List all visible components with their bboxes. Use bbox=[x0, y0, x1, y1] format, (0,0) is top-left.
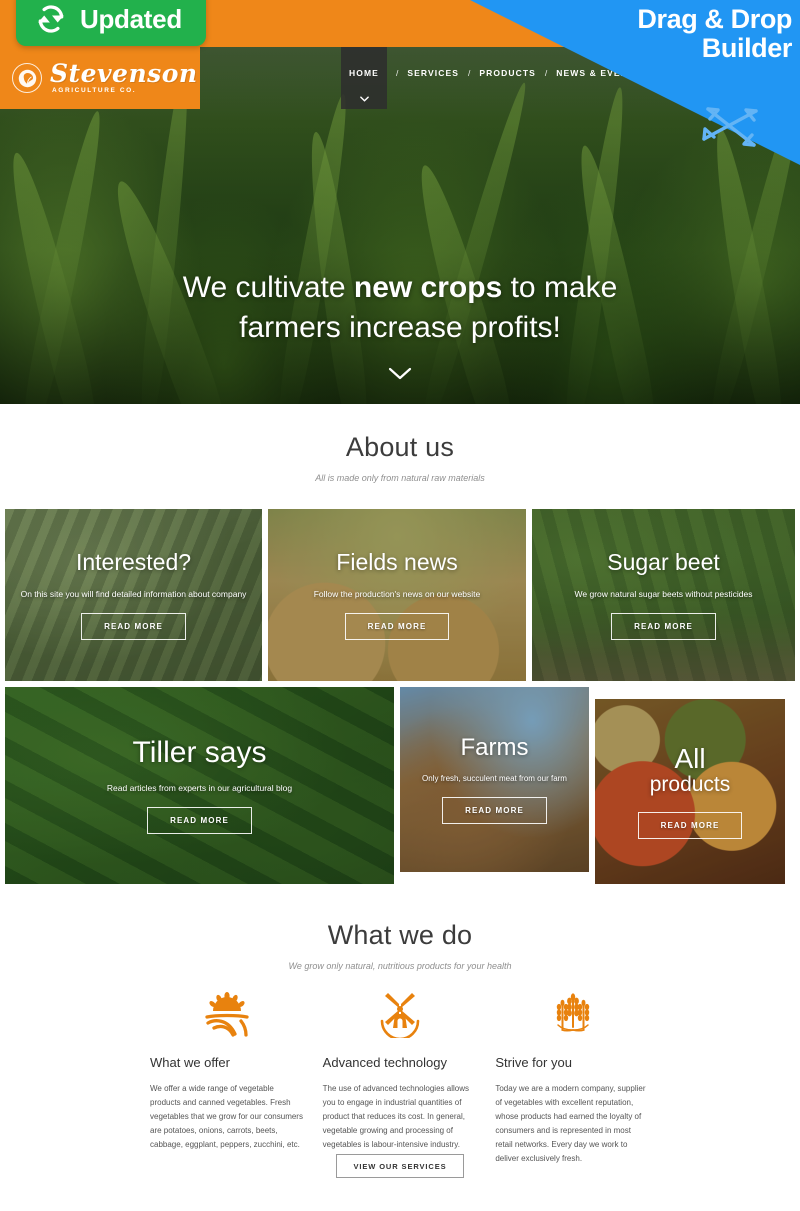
logo-tagline: AGRICULTURE CO. bbox=[52, 87, 137, 95]
four-way-arrows-icon bbox=[702, 107, 758, 147]
card-description: Only fresh, succulent meat from our farm bbox=[422, 774, 567, 784]
hero-heading-part2: to make bbox=[502, 271, 618, 304]
banner-line1: Drag & Drop bbox=[637, 4, 792, 34]
hero-heading-line2: farmers increase profits! bbox=[239, 310, 561, 344]
sun-over-field-icon bbox=[150, 985, 305, 1043]
card-content: Fields news Follow the production's news… bbox=[268, 549, 526, 640]
card-description: We grow natural sugar beets without pest… bbox=[574, 588, 753, 599]
card-title: Farms bbox=[460, 733, 529, 761]
feature-text: The use of advanced technologies allows … bbox=[322, 1084, 469, 1149]
card-read-more-button[interactable]: READ MORE bbox=[611, 612, 716, 640]
banner-text: Drag & Drop Builder bbox=[492, 5, 792, 62]
card-tiller-says[interactable]: Tiller says Read articles from experts i… bbox=[5, 687, 394, 884]
what-we-do-header: What we do We grow only natural, nutriti… bbox=[0, 920, 800, 971]
feature-advanced-technology: Advanced technology The use of advanced … bbox=[323, 985, 478, 1166]
card-read-more-button[interactable]: READ MORE bbox=[637, 811, 743, 839]
logo-text: Stevenson AGRICULTURE CO. bbox=[50, 61, 198, 95]
windmill-icon bbox=[323, 985, 478, 1043]
nav-item-home-label: HOME bbox=[349, 68, 379, 78]
feature-what-we-offer: What we offer We offer a wide range of v… bbox=[150, 985, 305, 1166]
wheat-stalks-icon bbox=[495, 985, 650, 1043]
chevron-down-icon bbox=[388, 368, 412, 380]
card-description: Follow the production's news on our webs… bbox=[313, 588, 481, 599]
updated-badge-label: Updated bbox=[80, 3, 182, 34]
feature-text: Today we are a modern company, supplier … bbox=[495, 1084, 646, 1163]
feature-columns: What we offer We offer a wide range of v… bbox=[150, 985, 650, 1166]
logo-block[interactable]: Stevenson AGRICULTURE CO. bbox=[0, 47, 200, 109]
hero-heading-line1: We cultivate new crops to make bbox=[0, 268, 800, 308]
card-content: Tiller says Read articles from experts i… bbox=[5, 737, 394, 834]
what-we-do-subtitle: We grow only natural, nutritious product… bbox=[288, 961, 512, 971]
card-read-more-button[interactable]: READ MORE bbox=[442, 797, 547, 825]
card-row-2: Tiller says Read articles from experts i… bbox=[5, 687, 795, 884]
drag-drop-builder-banner: Drag & Drop Builder bbox=[470, 0, 800, 165]
hero-heading-emphasis: new crops bbox=[353, 271, 503, 304]
card-content: Farms Only fresh, succulent meat from ou… bbox=[400, 733, 589, 825]
card-interested[interactable]: Interested? On this site you will find d… bbox=[5, 509, 262, 681]
card-read-more-button[interactable]: READ MORE bbox=[81, 612, 186, 640]
card-title: Tiller says bbox=[132, 736, 267, 770]
hero-heading-part1: We cultivate bbox=[182, 271, 354, 304]
card-title: Fields news bbox=[336, 549, 458, 576]
leaf-circle-icon bbox=[12, 63, 42, 93]
nav-item-home[interactable]: HOME bbox=[341, 47, 387, 109]
feature-title: Strive for you bbox=[495, 1055, 572, 1070]
card-title: Sugar beet bbox=[607, 549, 720, 576]
view-our-services-button[interactable]: VIEW OUR SERVICES bbox=[336, 1154, 464, 1178]
card-content: All products READ MORE bbox=[595, 743, 785, 839]
chevron-down-icon bbox=[359, 89, 369, 107]
hero-caption: We cultivate new crops to make farmers i… bbox=[0, 268, 800, 385]
nav-separator: / bbox=[396, 68, 399, 78]
card-all-products[interactable]: All products READ MORE bbox=[595, 699, 785, 884]
card-row-1: Interested? On this site you will find d… bbox=[5, 509, 795, 681]
feature-title: Advanced technology bbox=[322, 1055, 447, 1070]
card-farms[interactable]: Farms Only fresh, succulent meat from ou… bbox=[400, 687, 589, 872]
updated-badge: Updated bbox=[16, 0, 206, 46]
logo-name: Stevenson bbox=[50, 59, 198, 89]
about-subtitle: All is made only from natural raw materi… bbox=[315, 473, 485, 483]
card-description: On this site you will find detailed info… bbox=[20, 588, 247, 599]
card-title: Interested? bbox=[75, 549, 192, 576]
card-content: Interested? On this site you will find d… bbox=[5, 549, 262, 640]
about-card-grid: Interested? On this site you will find d… bbox=[5, 509, 795, 884]
refresh-icon bbox=[38, 5, 64, 33]
card-fields-news[interactable]: Fields news Follow the production's news… bbox=[268, 509, 526, 681]
card-description: Read articles from experts in our agricu… bbox=[106, 782, 293, 793]
card-title-line2: products bbox=[649, 772, 731, 796]
feature-title: What we offer bbox=[150, 1055, 230, 1070]
nav-item-services[interactable]: SERVICES bbox=[407, 68, 459, 78]
hero-scroll-down-button[interactable] bbox=[0, 367, 800, 385]
feature-strive-for-you: Strive for you Today we are a modern com… bbox=[495, 985, 650, 1166]
about-section-header: About us All is made only from natural r… bbox=[0, 432, 800, 483]
card-content: Sugar beet We grow natural sugar beets w… bbox=[532, 549, 795, 640]
what-we-do-title: What we do bbox=[327, 920, 473, 950]
card-read-more-button[interactable]: READ MORE bbox=[147, 806, 252, 834]
card-title-line1: All bbox=[674, 743, 706, 775]
banner-line2: Builder bbox=[701, 32, 793, 63]
about-title: About us bbox=[345, 432, 455, 462]
feature-text: We offer a wide range of vegetable produ… bbox=[150, 1084, 303, 1149]
page-root: We cultivate new crops to make farmers i… bbox=[0, 0, 800, 1211]
card-sugar-beet[interactable]: Sugar beet We grow natural sugar beets w… bbox=[532, 509, 795, 681]
card-read-more-button[interactable]: READ MORE bbox=[344, 612, 450, 640]
